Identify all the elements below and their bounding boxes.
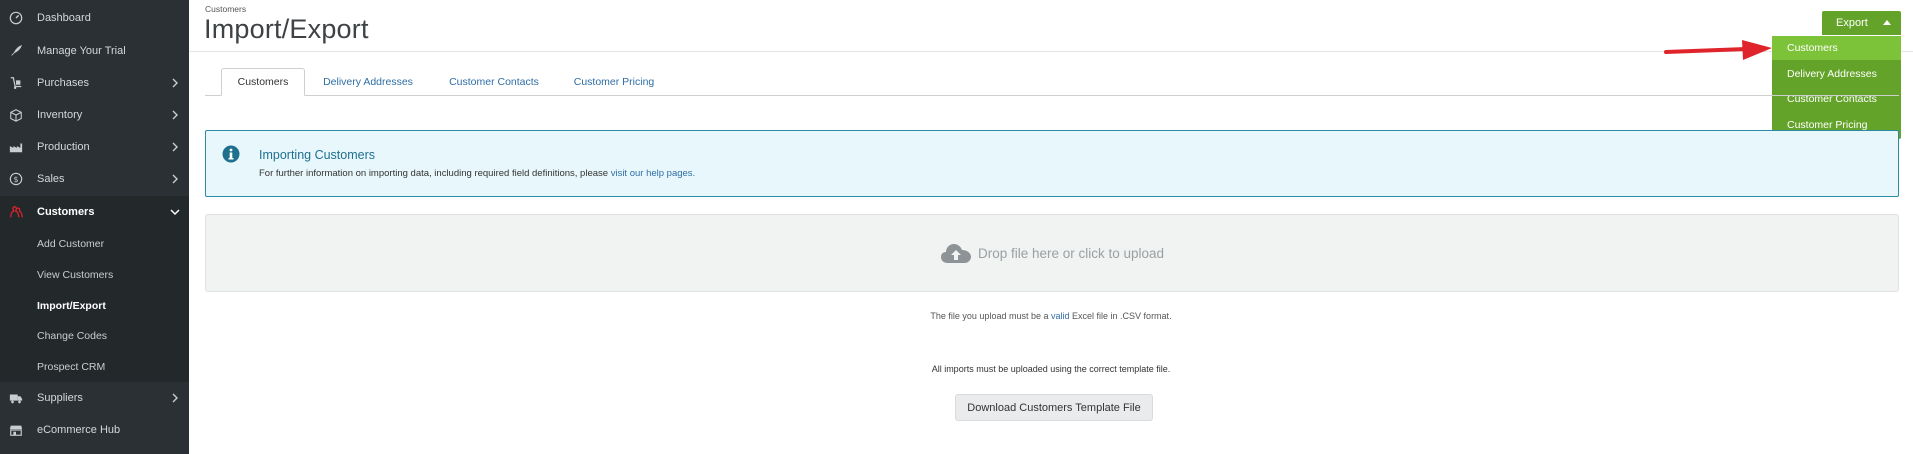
- sidebar-item-manage-trial[interactable]: Manage Your Trial: [0, 35, 189, 67]
- rocket-icon: [8, 43, 24, 59]
- sidebar-item-ecommerce-hub[interactable]: eCommerce Hub: [0, 414, 189, 446]
- sidebar-item-label: eCommerce Hub: [37, 424, 121, 436]
- tab-customers[interactable]: Customers: [221, 68, 305, 96]
- help-pages-link[interactable]: visit our help pages.: [611, 168, 696, 179]
- box-icon: [8, 107, 24, 123]
- factory-icon: [8, 139, 24, 155]
- chevron-right-icon: [172, 78, 178, 88]
- export-menu-delivery-addresses[interactable]: Delivery Addresses: [1772, 62, 1901, 86]
- chevron-right-icon: [172, 393, 178, 403]
- submenu-view-customers[interactable]: View Customers: [37, 269, 113, 281]
- tab-customer-contacts[interactable]: Customer Contacts: [440, 68, 548, 96]
- dropzone-text: Drop file here or click to upload: [977, 245, 1165, 261]
- info-text: For further information on importing dat…: [259, 168, 695, 179]
- cloud-upload-icon: [940, 244, 971, 263]
- chevron-right-icon: [172, 174, 178, 184]
- export-button-label: Export: [1836, 17, 1868, 29]
- chevron-down-icon: [170, 209, 180, 216]
- header-divider: [189, 51, 1913, 52]
- sidebar-item-customers[interactable]: Customers: [0, 196, 189, 228]
- submenu-change-codes[interactable]: Change Codes: [37, 330, 107, 342]
- caret-up-icon: [1883, 20, 1891, 25]
- dashboard-icon: [8, 10, 24, 26]
- file-format-note: The file you upload must be a valid Exce…: [0, 311, 1913, 321]
- sidebar-item-label: Inventory: [37, 109, 83, 121]
- sidebar-item-purchases[interactable]: Purchases: [0, 67, 189, 99]
- sidebar-item-production[interactable]: Production: [0, 131, 189, 163]
- info-text-body: For further information on importing dat…: [259, 168, 609, 179]
- export-menu-customer-contacts[interactable]: Customer Contacts: [1772, 87, 1901, 111]
- submenu-add-customer[interactable]: Add Customer: [37, 238, 104, 250]
- export-menu-customers[interactable]: Customers: [1772, 36, 1901, 60]
- sidebar-item-label: Manage Your Trial: [37, 45, 126, 57]
- dolly-icon: [8, 75, 24, 91]
- sidebar-item-sales[interactable]: $ Sales: [0, 163, 189, 195]
- info-title: Importing Customers: [259, 148, 376, 162]
- info-panel: Importing Customers For further informat…: [205, 130, 1899, 197]
- sidebar-item-label: Dashboard: [37, 12, 91, 24]
- note-text: Excel file in .CSV format.: [1072, 311, 1172, 321]
- sidebar-item-label: Production: [37, 141, 90, 153]
- sidebar-item-label: Suppliers: [37, 392, 83, 404]
- customers-icon: [8, 204, 24, 220]
- export-dropdown-menu: Customers Delivery Addresses Customer Co…: [1772, 36, 1901, 139]
- sidebar-item-label: Sales: [37, 173, 65, 185]
- sidebar-item-label: Customers: [37, 206, 95, 218]
- page-title: Import/Export: [204, 14, 369, 44]
- chevron-right-icon: [172, 110, 178, 120]
- svg-text:$: $: [13, 175, 18, 184]
- info-icon: [222, 145, 240, 163]
- note-text: The file you upload must be a: [930, 311, 1049, 321]
- sidebar-item-dashboard[interactable]: Dashboard: [0, 2, 189, 34]
- sidebar-item-suppliers[interactable]: Suppliers: [0, 382, 189, 414]
- chevron-right-icon: [172, 142, 178, 152]
- tab-delivery-addresses[interactable]: Delivery Addresses: [315, 68, 421, 96]
- tab-customer-pricing[interactable]: Customer Pricing: [565, 68, 663, 96]
- sidebar-item-label: Purchases: [37, 77, 89, 89]
- breadcrumb[interactable]: Customers: [205, 4, 246, 14]
- valid-link[interactable]: valid: [1051, 311, 1070, 321]
- store-icon: [8, 422, 24, 438]
- template-note: All imports must be uploaded using the c…: [931, 364, 1171, 374]
- truck-icon: [8, 390, 24, 406]
- customers-submenu: Add Customer View Customers Import/Expor…: [0, 228, 189, 382]
- sidebar: Dashboard Manage Your Trial Purchases In…: [0, 0, 189, 454]
- sidebar-item-inventory[interactable]: Inventory: [0, 99, 189, 131]
- annotation-arrow-icon: [1664, 40, 1772, 60]
- dollar-icon: $: [8, 171, 24, 187]
- export-button[interactable]: Export: [1822, 11, 1901, 35]
- download-template-button[interactable]: Download Customers Template File: [955, 394, 1153, 421]
- file-dropzone[interactable]: Drop file here or click to upload: [205, 214, 1899, 292]
